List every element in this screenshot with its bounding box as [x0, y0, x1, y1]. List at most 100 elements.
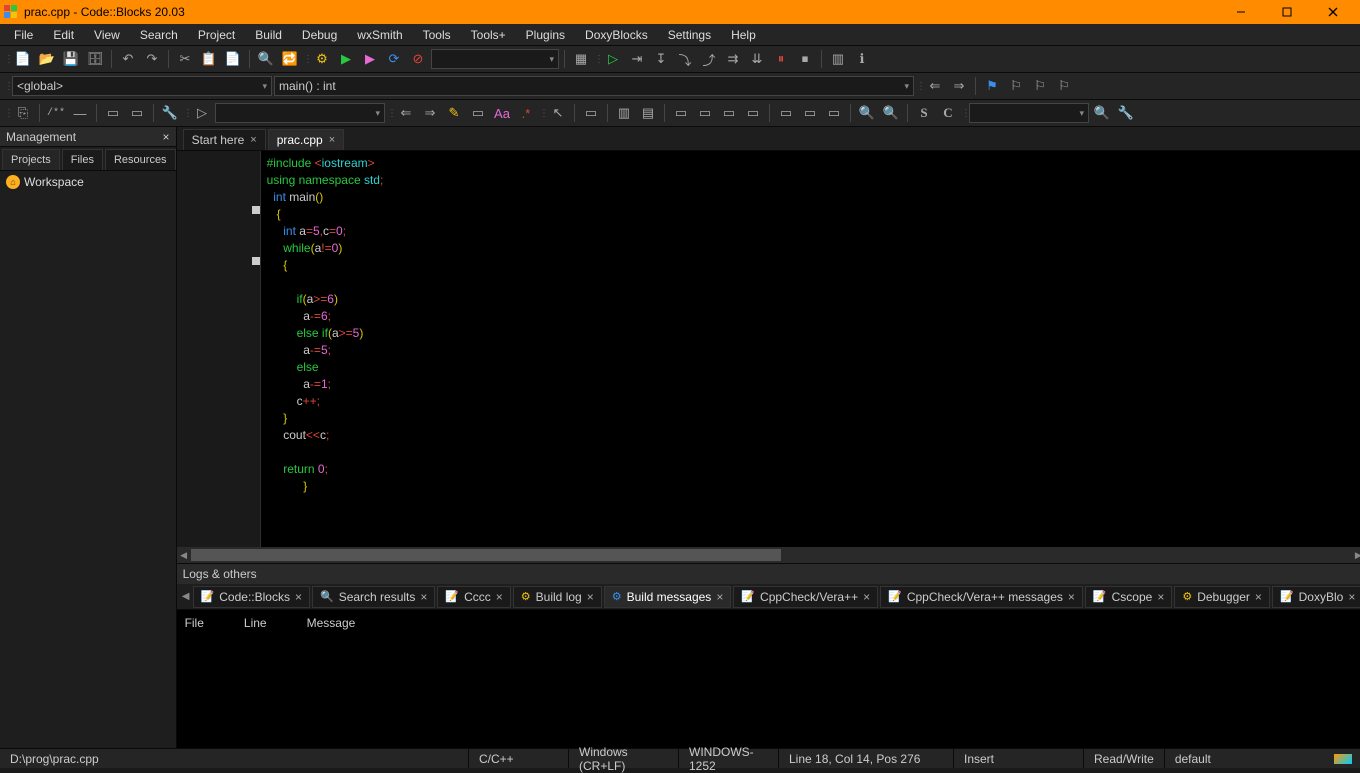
regex-button[interactable]: .*: [515, 102, 537, 124]
log-tab[interactable]: 📝CppCheck/Vera++ messages×: [880, 586, 1083, 608]
build-target-combo[interactable]: ▾: [431, 49, 559, 69]
scrollbar-thumb[interactable]: [191, 549, 781, 561]
scroll-right-icon[interactable]: ▶: [1351, 547, 1360, 563]
function-combo[interactable]: main() : int▾: [274, 76, 914, 96]
doxy-chm-button[interactable]: ▭: [126, 102, 148, 124]
save-button[interactable]: 💾: [60, 48, 82, 70]
side-tab-resources[interactable]: Resources: [105, 149, 176, 170]
close-icon[interactable]: ×: [863, 590, 870, 604]
cut-button[interactable]: ✂: [174, 48, 196, 70]
minimize-button[interactable]: [1218, 0, 1264, 24]
close-icon[interactable]: ×: [496, 590, 503, 604]
close-icon[interactable]: ×: [1068, 590, 1075, 604]
menu-debug[interactable]: Debug: [292, 26, 347, 44]
ui-e-button[interactable]: ▭: [694, 102, 716, 124]
scope-combo[interactable]: <global>▾: [12, 76, 272, 96]
script-run-button[interactable]: ▷: [191, 102, 213, 124]
next-instr-button[interactable]: ⇉: [722, 48, 744, 70]
close-icon[interactable]: ×: [329, 134, 335, 146]
bookmark-next-button[interactable]: ⚐: [1029, 75, 1051, 97]
log-tab[interactable]: 📝CppCheck/Vera++×: [733, 586, 878, 608]
ui-a-button[interactable]: ▭: [580, 102, 602, 124]
log-tab[interactable]: 📝Cccc×: [437, 586, 510, 608]
source-s-button[interactable]: S: [913, 102, 935, 124]
menu-view[interactable]: View: [84, 26, 130, 44]
workspace-node[interactable]: ⌂ Workspace: [6, 175, 170, 189]
stop-debug-button[interactable]: ⏹: [794, 48, 816, 70]
nav-back2-button[interactable]: ⇐: [395, 102, 417, 124]
source-c-button[interactable]: C: [937, 102, 959, 124]
ui-h-button[interactable]: ▭: [775, 102, 797, 124]
ui-c-button[interactable]: ▤: [637, 102, 659, 124]
log-tab[interactable]: 🔍Search results×: [312, 586, 435, 608]
redo-button[interactable]: ↷: [141, 48, 163, 70]
menu-build[interactable]: Build: [245, 26, 292, 44]
menu-plugins[interactable]: Plugins: [516, 26, 575, 44]
nav-back-button[interactable]: ⇐: [924, 75, 946, 97]
step-into-button[interactable]: ⤵: [674, 48, 696, 70]
menu-tools[interactable]: Tools+: [461, 26, 516, 44]
fold-marker-icon[interactable]: [252, 206, 260, 214]
close-icon[interactable]: ×: [163, 130, 170, 144]
close-icon[interactable]: ×: [1348, 590, 1355, 604]
ui-b-button[interactable]: ▥: [613, 102, 635, 124]
search-combo[interactable]: ▾: [969, 103, 1089, 123]
doxy-comment-button[interactable]: /**: [45, 102, 67, 124]
fold-marker-icon[interactable]: [252, 257, 260, 265]
nav-fwd2-button[interactable]: ⇒: [419, 102, 441, 124]
zoom-out-button[interactable]: 🔍: [880, 102, 902, 124]
code-content[interactable]: #include <iostream>using namespace std; …: [267, 155, 384, 495]
close-icon[interactable]: ×: [587, 590, 594, 604]
menu-settings[interactable]: Settings: [658, 26, 721, 44]
step-out-button[interactable]: ⤴: [698, 48, 720, 70]
menu-file[interactable]: File: [4, 26, 43, 44]
menu-wxsmith[interactable]: wxSmith: [347, 26, 412, 44]
run-button[interactable]: ▶: [335, 48, 357, 70]
ui-d-button[interactable]: ▭: [670, 102, 692, 124]
tabs-scroll-left-icon[interactable]: ◀: [179, 591, 193, 602]
side-tab-files[interactable]: Files: [62, 149, 103, 170]
log-tab[interactable]: 📝Code::Blocks×: [193, 586, 310, 608]
log-tab[interactable]: ⚙Build messages×: [604, 586, 732, 608]
break-button[interactable]: ⏸: [770, 48, 792, 70]
build-button[interactable]: ⚙: [311, 48, 333, 70]
bookmark-prev-button[interactable]: ⚐: [1005, 75, 1027, 97]
ui-f-button[interactable]: ▭: [718, 102, 740, 124]
new-file-button[interactable]: 📄: [12, 48, 34, 70]
select-button[interactable]: ▭: [467, 102, 489, 124]
side-tab-projects[interactable]: Projects: [2, 149, 60, 170]
zoom-in-button[interactable]: 🔍: [856, 102, 878, 124]
script-combo[interactable]: ▾: [215, 103, 385, 123]
maximize-button[interactable]: [1264, 0, 1310, 24]
rebuild-button[interactable]: ⟳: [383, 48, 405, 70]
step-instr-button[interactable]: ⇊: [746, 48, 768, 70]
replace-button[interactable]: 🔁: [279, 48, 301, 70]
log-tab[interactable]: ⚙Build log×: [513, 586, 602, 608]
menu-project[interactable]: Project: [188, 26, 245, 44]
menu-search[interactable]: Search: [130, 26, 188, 44]
cursor-button[interactable]: ↖: [547, 102, 569, 124]
run-to-cursor-button[interactable]: ⇥: [626, 48, 648, 70]
bookmark-clear-button[interactable]: ⚐: [1053, 75, 1075, 97]
undo-button[interactable]: ↶: [117, 48, 139, 70]
menu-edit[interactable]: Edit: [43, 26, 84, 44]
close-icon[interactable]: ×: [716, 590, 723, 604]
bookmark-toggle-button[interactable]: ⚑: [981, 75, 1003, 97]
menu-tools[interactable]: Tools: [413, 26, 461, 44]
doxy-line-button[interactable]: —: [69, 102, 91, 124]
search-opts-btn[interactable]: 🔧: [1115, 102, 1137, 124]
ui-g-button[interactable]: ▭: [742, 102, 764, 124]
doxy-config-button[interactable]: 🔧: [159, 102, 181, 124]
paste-button[interactable]: 📄: [222, 48, 244, 70]
log-tab[interactable]: ⚙Debugger×: [1174, 586, 1270, 608]
abort-button[interactable]: ⊘: [407, 48, 429, 70]
find-button[interactable]: 🔍: [255, 48, 277, 70]
ui-j-button[interactable]: ▭: [823, 102, 845, 124]
info-button[interactable]: ℹ: [851, 48, 873, 70]
open-file-button[interactable]: 📂: [36, 48, 58, 70]
copy-button[interactable]: 📋: [198, 48, 220, 70]
menu-help[interactable]: Help: [721, 26, 766, 44]
editor-tab[interactable]: prac.cpp×: [268, 129, 344, 150]
doxy-run-button[interactable]: ⎘: [12, 102, 34, 124]
code-editor[interactable]: #include <iostream>using namespace std; …: [177, 151, 1360, 563]
